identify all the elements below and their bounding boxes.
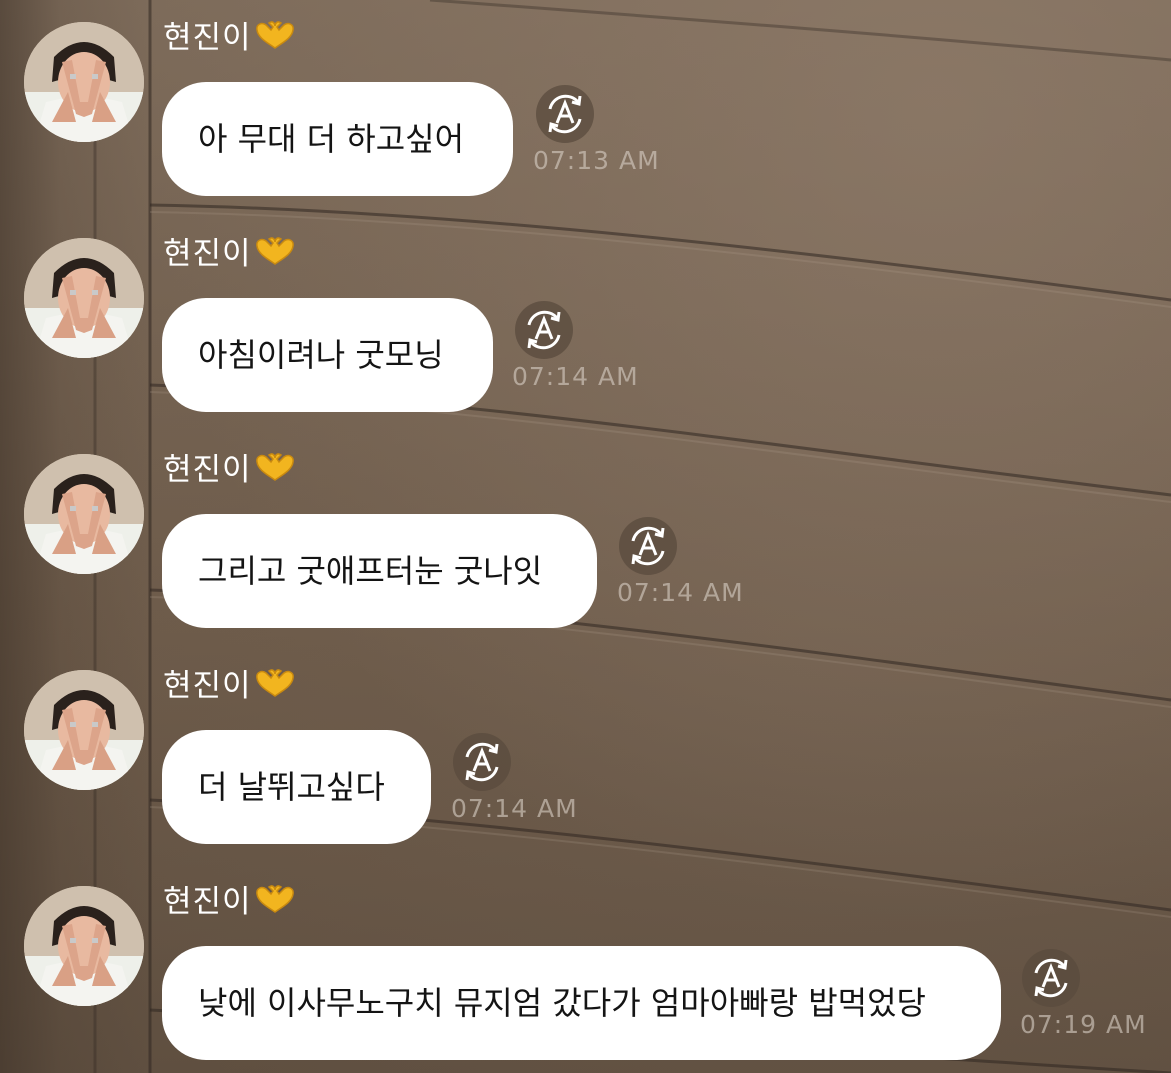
auto-translate-icon xyxy=(465,742,499,782)
sender-name: 현진이 xyxy=(163,228,296,275)
heart-hands-icon xyxy=(254,668,296,707)
sender-name: 현진이 xyxy=(163,876,296,923)
translate-button[interactable] xyxy=(1022,949,1080,1007)
translate-button[interactable] xyxy=(515,301,573,359)
auto-translate-icon xyxy=(1034,958,1068,998)
message-time: 07:14 AM xyxy=(617,578,744,607)
auto-translate-icon xyxy=(527,310,561,350)
sender-avatar[interactable] xyxy=(24,670,144,790)
auto-translate-icon xyxy=(548,94,582,134)
sender-avatar[interactable] xyxy=(24,238,144,358)
message-bubble[interactable]: 그리고 굿애프터눈 굿나잇 xyxy=(162,514,597,628)
sender-name: 현진이 xyxy=(163,444,296,491)
translate-button[interactable] xyxy=(536,85,594,143)
message-time: 07:19 AM xyxy=(1020,1010,1147,1039)
sender-name: 현진이 xyxy=(163,660,296,707)
auto-translate-icon xyxy=(631,526,665,566)
sender-avatar[interactable] xyxy=(24,886,144,1006)
translate-button[interactable] xyxy=(619,517,677,575)
heart-hands-icon xyxy=(254,884,296,923)
message-time: 07:14 AM xyxy=(451,794,578,823)
message-bubble[interactable]: 아 무대 더 하고싶어 xyxy=(162,82,513,196)
sender-name: 현진이 xyxy=(163,12,296,59)
sender-avatar[interactable] xyxy=(24,22,144,142)
heart-hands-icon xyxy=(254,236,296,275)
message-time: 07:14 AM xyxy=(512,362,639,391)
message-bubble[interactable]: 더 날뛰고싶다 xyxy=(162,730,431,844)
sender-avatar[interactable] xyxy=(24,454,144,574)
message-bubble[interactable]: 아침이려나 굿모닝 xyxy=(162,298,493,412)
heart-hands-icon xyxy=(254,20,296,59)
heart-hands-icon xyxy=(254,452,296,491)
message-bubble[interactable]: 낮에 이사무노구치 뮤지엄 갔다가 엄마아빠랑 밥먹었당 xyxy=(162,946,1001,1060)
translate-button[interactable] xyxy=(453,733,511,791)
message-time: 07:13 AM xyxy=(533,146,660,175)
